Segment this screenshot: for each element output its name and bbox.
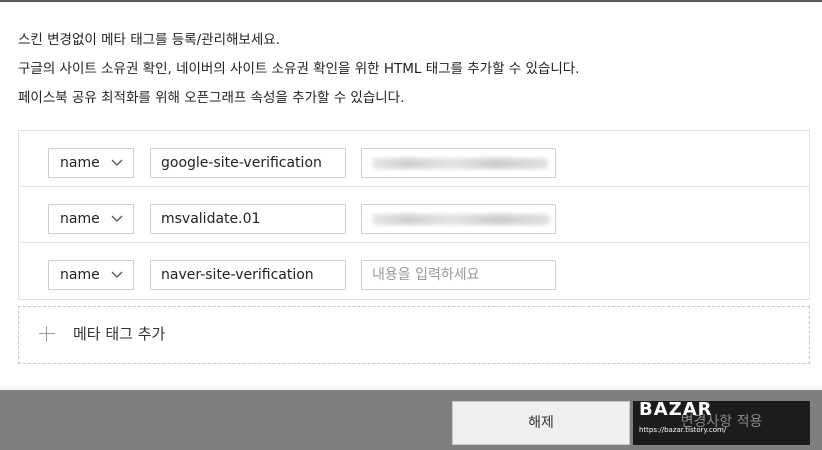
- redacted-value: [372, 158, 548, 169]
- watermark-title: BAZAR: [639, 399, 713, 420]
- meta-row: name google-site-verification: [19, 131, 809, 187]
- attribute-select-value: name: [60, 155, 100, 171]
- plus-icon: [39, 326, 55, 342]
- meta-value-input[interactable]: 내용을 입력하세요: [361, 260, 556, 290]
- meta-key-input[interactable]: google-site-verification: [150, 148, 346, 178]
- top-divider: [0, 0, 822, 2]
- meta-row: name naver-site-verification 내용을 입력하세요: [19, 243, 809, 299]
- attribute-select-value: name: [60, 267, 100, 283]
- chevron-down-icon: [111, 271, 123, 278]
- meta-tag-list: name google-site-verification name msval…: [18, 130, 810, 300]
- redacted-value: [372, 214, 550, 225]
- add-meta-tag-button[interactable]: 메타 태그 추가: [18, 306, 810, 364]
- description-line-3: 페이스북 공유 최적화를 위해 오픈그래프 속성을 추가할 수 있습니다.: [18, 90, 405, 106]
- meta-value-placeholder: 내용을 입력하세요: [372, 267, 480, 283]
- cancel-button[interactable]: 해제: [452, 401, 630, 445]
- meta-value-input[interactable]: [361, 204, 556, 234]
- add-meta-tag-label: 메타 태그 추가: [73, 325, 166, 343]
- attribute-select[interactable]: name: [48, 148, 134, 178]
- description-line-1: 스킨 변경없이 메타 태그를 등록/관리해보세요.: [18, 32, 280, 48]
- meta-key-input[interactable]: msvalidate.01: [150, 204, 346, 234]
- description: 스킨 변경없이 메타 태그를 등록/관리해보세요. 구글의 사이트 소유권 확인…: [18, 30, 579, 117]
- watermark-url: https://bazar.tistory.com/: [639, 426, 727, 434]
- meta-row: name msvalidate.01: [19, 187, 809, 243]
- description-line-2: 구글의 사이트 소유권 확인, 네이버의 사이트 소유권 확인을 위한 HTML…: [18, 61, 580, 77]
- meta-key-input[interactable]: naver-site-verification: [150, 260, 346, 290]
- attribute-select[interactable]: name: [48, 204, 134, 234]
- chevron-down-icon: [111, 215, 123, 222]
- chevron-down-icon: [111, 159, 123, 166]
- attribute-select-value: name: [60, 211, 100, 227]
- attribute-select[interactable]: name: [48, 260, 134, 290]
- meta-value-input[interactable]: [361, 148, 556, 178]
